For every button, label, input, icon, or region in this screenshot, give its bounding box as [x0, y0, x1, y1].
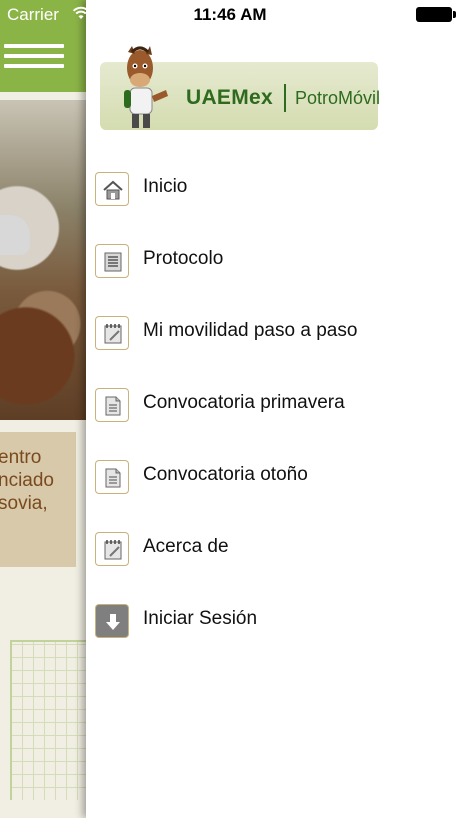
menu-item-label: Mi movilidad paso a paso	[143, 320, 358, 341]
main-text-line: sovia,	[0, 493, 48, 514]
menu-item-iniciar-sesion[interactable]: Iniciar Sesión	[86, 587, 460, 659]
download-icon	[95, 604, 129, 638]
menu-item-label: Convocatoria primavera	[143, 392, 345, 413]
app-logo-banner: UAEMex PotroMóvil	[100, 46, 381, 130]
drawer-menu: Inicio Protocolo Mi movilidad paso a pas…	[86, 155, 460, 659]
document-icon	[95, 460, 129, 494]
notepad-icon	[95, 316, 129, 350]
menu-item-acerca-de[interactable]: Acerca de	[86, 515, 460, 587]
home-icon	[95, 172, 129, 206]
menu-item-label: Iniciar Sesión	[143, 608, 258, 629]
main-photo	[0, 100, 86, 420]
main-text-line: entro	[0, 447, 42, 468]
main-text-box: entro nciado sovia,	[0, 432, 76, 567]
menu-item-label: Convocatoria otoño	[143, 464, 308, 485]
building-sketch-image	[10, 640, 86, 800]
menu-item-mi-movilidad[interactable]: Mi movilidad paso a paso	[86, 299, 460, 371]
status-time: 11:46 AM	[193, 5, 267, 24]
menu-item-label: Protocolo	[143, 248, 224, 269]
menu-item-convocatoria-primavera[interactable]: Convocatoria primavera	[86, 371, 460, 443]
menu-item-protocolo[interactable]: Protocolo	[86, 227, 460, 299]
document-list-icon	[95, 244, 129, 278]
logo-divider	[284, 84, 286, 112]
status-bar: Carrier 11:46 AM	[0, 0, 460, 30]
hamburger-menu-icon[interactable]	[4, 44, 64, 72]
menu-item-label: Inicio	[143, 176, 188, 197]
brand-logo-text: UAEMex	[186, 86, 273, 109]
menu-item-convocatoria-otono[interactable]: Convocatoria otoño	[86, 443, 460, 515]
document-icon	[95, 388, 129, 422]
notepad-icon	[95, 532, 129, 566]
menu-item-label: Acerca de	[143, 536, 229, 557]
battery-icon	[416, 7, 456, 22]
menu-item-inicio[interactable]: Inicio	[86, 155, 460, 227]
main-page-background: entro nciado sovia,	[0, 0, 90, 818]
side-drawer: UAEMex PotroMóvil Inicio Protocolo Mi mo…	[86, 0, 460, 818]
app-name-text: PotroMóvil	[295, 88, 381, 108]
horse-mascot-icon	[124, 46, 168, 128]
main-text-line: nciado	[0, 470, 54, 491]
